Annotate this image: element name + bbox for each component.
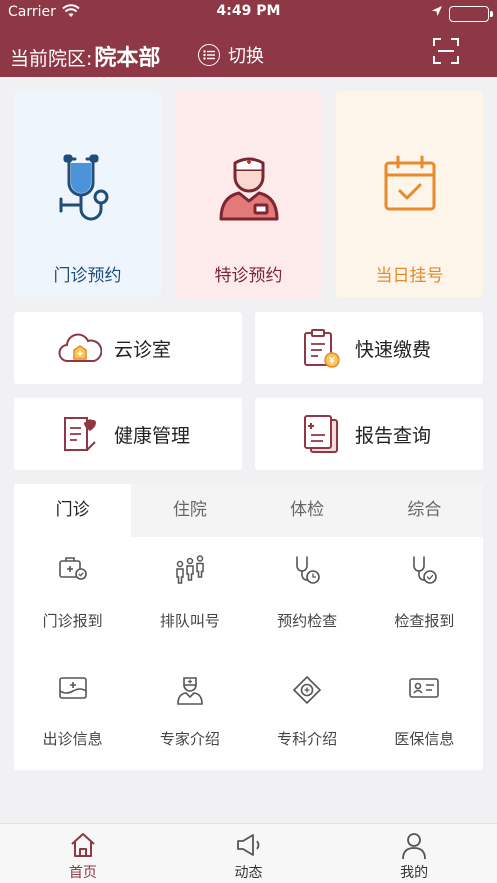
tab-inpatient[interactable]: 住院: [131, 484, 248, 537]
location-icon: [431, 5, 443, 21]
tab-outpatient[interactable]: 门诊: [14, 484, 132, 537]
cloud-clinic-button[interactable]: 云诊室: [14, 312, 242, 384]
top-bar: Carrier 4:49 PM 当前院区:院本部 切换: [0, 0, 497, 77]
insurance-info-item[interactable]: 医保信息: [366, 655, 483, 770]
quick-payment-button[interactable]: 快速缴费: [255, 312, 483, 384]
health-management-label: 健康管理: [114, 424, 191, 447]
home-icon: [0, 832, 166, 860]
same-day-registration-label: 当日挂号: [375, 266, 444, 286]
bottom-nav: 首页 动态 我的: [0, 823, 497, 883]
switch-campus-button[interactable]: 切换: [198, 42, 264, 68]
scan-icon[interactable]: [433, 38, 459, 64]
examination-checkin-item[interactable]: 检查报到: [366, 537, 483, 655]
book-examination-label: 预约检查: [277, 612, 338, 630]
outpatient-grid: 门诊报到 排队叫号 预约检查 检查报到 出诊信息 专家介绍 专科介绍 医保信息: [14, 537, 483, 770]
queue-icon: [131, 555, 248, 589]
report-query-label: 报告查询: [355, 424, 432, 447]
main-services: 门诊预约 特诊预约 当日挂号: [14, 91, 483, 297]
checkin-kit-icon: [14, 555, 131, 589]
nav-home-label: 首页: [68, 865, 97, 881]
health-record-icon: [58, 412, 102, 456]
department-introduction-label: 专科介绍: [277, 730, 338, 748]
calendar-check-icon: [336, 153, 483, 233]
quick-payment-label: 快速缴费: [355, 338, 432, 361]
stethoscope-check-icon: [366, 555, 483, 589]
special-appointment-label: 特诊预约: [214, 266, 283, 286]
clinic-schedule-label: 出诊信息: [42, 730, 103, 748]
health-management-button[interactable]: 健康管理: [14, 398, 242, 470]
outpatient-appointment-card[interactable]: 门诊预约: [14, 91, 161, 297]
expert-introduction-item[interactable]: 专家介绍: [131, 655, 248, 770]
outpatient-appointment-label: 门诊预约: [53, 266, 122, 286]
outpatient-checkin-item[interactable]: 门诊报到: [14, 537, 131, 655]
nav-home[interactable]: 首页: [0, 824, 166, 883]
switch-label: 切换: [228, 46, 264, 67]
outpatient-checkin-label: 门诊报到: [42, 612, 103, 630]
nav-profile[interactable]: 我的: [331, 824, 497, 883]
switch-list-icon: [198, 44, 220, 66]
special-appointment-card[interactable]: 特诊预约: [175, 91, 322, 297]
status-bar: Carrier 4:49 PM: [0, 0, 497, 26]
queue-call-label: 排队叫号: [159, 612, 220, 630]
examination-checkin-label: 检查报到: [394, 612, 455, 630]
payment-icon: [299, 326, 343, 370]
cloud-clinic-label: 云诊室: [114, 338, 172, 361]
campus-prefix: 当前院区:: [10, 48, 93, 70]
stethoscope-clock-icon: [249, 555, 366, 589]
megaphone-icon: [166, 832, 332, 860]
profile-icon: [331, 832, 497, 860]
nurse-icon: [175, 153, 322, 233]
queue-call-item[interactable]: 排队叫号: [131, 537, 248, 655]
expert-introduction-label: 专家介绍: [159, 730, 220, 748]
insurance-info-label: 医保信息: [394, 730, 455, 748]
doctor-icon: [131, 675, 248, 709]
report-query-button[interactable]: 报告查询: [255, 398, 483, 470]
campus-name: 院本部: [94, 46, 161, 71]
cloud-clinic-icon: [58, 326, 102, 370]
schedule-board-icon: [14, 675, 131, 709]
battery-icon: [449, 6, 493, 22]
same-day-registration-card[interactable]: 当日挂号: [336, 91, 483, 297]
department-introduction-item[interactable]: 专科介绍: [249, 655, 366, 770]
tab-general[interactable]: 综合: [366, 484, 483, 537]
nav-news[interactable]: 动态: [166, 824, 332, 883]
book-examination-item[interactable]: 预约检查: [249, 537, 366, 655]
clock: 4:49 PM: [216, 3, 281, 19]
stethoscope-icon: [14, 153, 161, 233]
tab-checkup[interactable]: 体检: [249, 484, 366, 537]
clinic-schedule-item[interactable]: 出诊信息: [14, 655, 131, 770]
insurance-card-icon: [366, 675, 483, 709]
tab-bar: 门诊 住院 体检 综合: [14, 484, 483, 537]
nav-profile-label: 我的: [400, 865, 429, 881]
report-icon: [299, 412, 343, 456]
campus-selector: 当前院区:院本部: [10, 40, 160, 72]
service-tabs-panel: 门诊 住院 体检 综合 门诊报到 排队叫号 预约检查 检查报到 出诊信息 专家介…: [14, 484, 483, 770]
department-icon: [249, 675, 366, 709]
nav-news-label: 动态: [234, 865, 263, 881]
